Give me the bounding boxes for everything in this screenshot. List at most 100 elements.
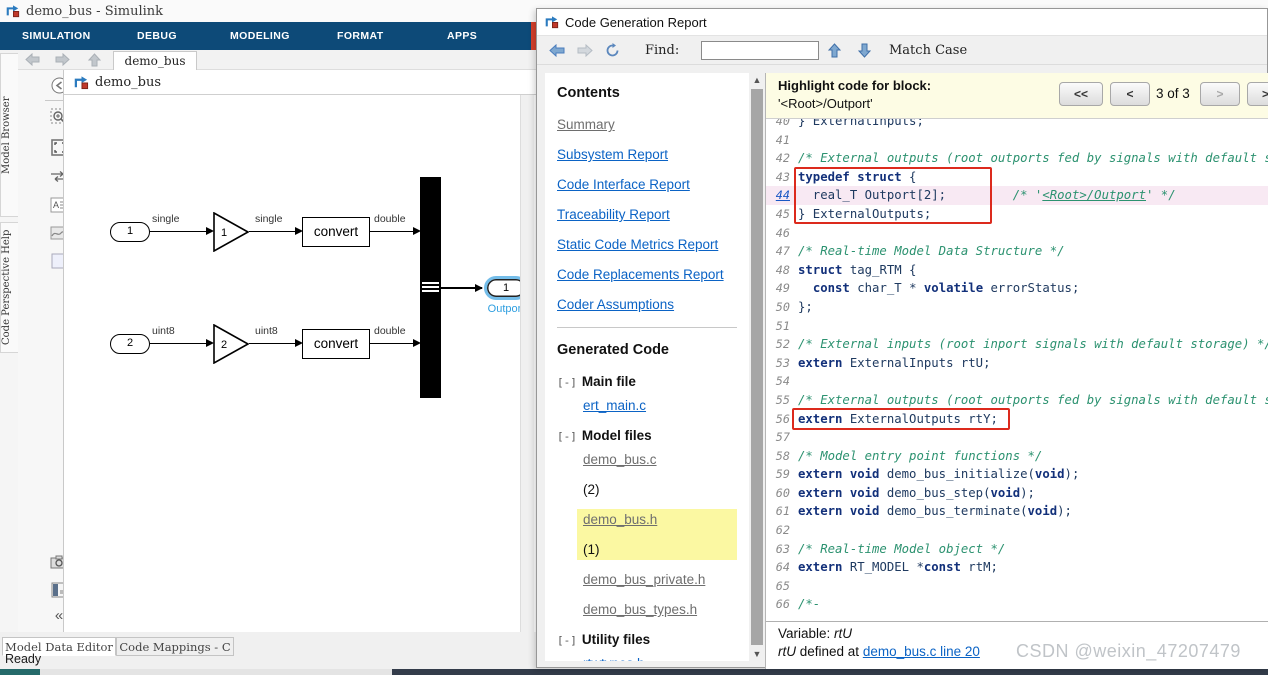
code-text: } ExternalOutputs;: [798, 206, 932, 221]
find-input[interactable]: [701, 41, 819, 60]
report-back-icon[interactable]: [549, 44, 565, 57]
toolstrip-tab-apps[interactable]: APPS: [447, 22, 477, 50]
inport-2-number: 2: [126, 337, 134, 349]
line-number: 45: [775, 206, 790, 221]
group-toggle-icon[interactable]: [-]: [557, 430, 577, 443]
code-generation-report-window: Code Generation Report Find: Match Case …: [536, 8, 1268, 669]
line-number: 63: [775, 541, 790, 556]
line-number: 41: [775, 132, 790, 147]
report-window-title: Code Generation Report: [565, 14, 707, 30]
file-link-demo_bus-h[interactable]: demo_bus.h: [583, 512, 731, 527]
line-number: 62: [775, 523, 790, 538]
code-line-43: 43 typedef struct {: [766, 168, 1268, 187]
status-tab-code-mappings[interactable]: Code Mappings - C: [116, 637, 234, 656]
code-line-61: 61 extern void demo_bus_terminate(void);: [766, 502, 1268, 521]
line-number: 65: [775, 578, 790, 593]
file-link-ert_main-c[interactable]: ert_main.c: [583, 398, 749, 413]
file-link-demo_bus_types-h[interactable]: demo_bus_types.h: [583, 602, 749, 617]
code-line-52: 52 /* External inputs (root inport signal…: [766, 335, 1268, 354]
convert-2-label: convert: [313, 336, 359, 351]
toolstrip-tab-format[interactable]: FORMAT: [337, 22, 384, 50]
watermark: CSDN @weixin_47207479: [1016, 641, 1241, 661]
gain-block-2[interactable]: 2: [213, 324, 249, 364]
breadcrumb-model-name[interactable]: demo_bus: [95, 75, 161, 90]
match-case-label[interactable]: Match Case: [889, 43, 967, 58]
contents-link-static-code-metrics-report[interactable]: Static Code Metrics Report: [557, 237, 749, 252]
model-document-tab[interactable]: demo_bus: [113, 51, 197, 70]
contents-link-summary[interactable]: Summary: [557, 117, 749, 132]
gain-block-1[interactable]: 1: [213, 212, 249, 252]
nav-forward-icon[interactable]: [55, 53, 70, 66]
toolstrip-tab-simulation[interactable]: SIMULATION: [22, 22, 91, 50]
file-link-demo_bus-c[interactable]: demo_bus.c: [583, 452, 749, 467]
group-label: Main file: [581, 374, 636, 389]
group-toggle-icon[interactable]: [-]: [557, 634, 577, 647]
outport-number: 1: [502, 282, 510, 294]
line-number: 58: [775, 448, 790, 463]
contents-link-code-interface-report[interactable]: Code Interface Report: [557, 177, 749, 192]
convert-block-2[interactable]: convert: [302, 329, 370, 359]
find-next-icon[interactable]: [858, 43, 871, 58]
definition-link[interactable]: demo_bus.c line 20: [863, 644, 980, 659]
report-refresh-icon[interactable]: [605, 43, 620, 58]
screen: demo_bus - Simulink SIMULATION DEBUG MODEL…: [0, 0, 1268, 675]
nav-position-text: 3 of 3: [1156, 86, 1190, 101]
line-number: 52: [775, 337, 790, 352]
contents-link-subsystem-report[interactable]: Subsystem Report: [557, 147, 749, 162]
group-toggle-icon[interactable]: [-]: [557, 376, 577, 389]
line-number-link[interactable]: 44: [766, 186, 790, 205]
wire-arrowhead: [475, 283, 483, 292]
inport-block-1[interactable]: 1: [110, 222, 150, 242]
variable-label: Variable:: [778, 626, 835, 641]
toolstrip-tab-debug[interactable]: DEBUG: [137, 22, 177, 50]
code-text: /*-: [798, 597, 821, 612]
nav-button-next[interactable]: >: [1200, 82, 1240, 106]
contents-link-code-replacements-report[interactable]: Code Replacements Report: [557, 267, 749, 282]
highlight-header-line1: Highlight code for block:: [778, 78, 932, 93]
nav-button-prev[interactable]: <: [1110, 82, 1150, 106]
file-link-demo_bus_private-h[interactable]: demo_bus_private.h: [583, 572, 749, 587]
file-link-rtwtypes-h[interactable]: rtwtypes.h: [583, 656, 749, 661]
line-number: 54: [775, 374, 790, 389]
code-line-42: 42 /* External outputs (root outports fed…: [766, 149, 1268, 168]
scrollbar-thumb[interactable]: [751, 89, 763, 645]
file-group-main-file: [-] Main file: [557, 374, 749, 389]
sidebar-tab-model-browser[interactable]: Model Browser: [0, 53, 18, 217]
file-row: demo_bus_private.h: [583, 572, 749, 587]
find-previous-icon[interactable]: [828, 43, 841, 58]
line-number: 66: [775, 597, 790, 612]
traceability-link[interactable]: <Root>/Outport: [1042, 188, 1146, 202]
line-number: 56: [775, 411, 790, 426]
code-text: extern RT_MODEL *const rtM;: [798, 560, 998, 575]
taskbar-strip-mid: [40, 669, 392, 675]
contents-scrollbar[interactable]: ▲ ▼: [749, 73, 765, 661]
code-text: extern ExternalOutputs rtY;: [798, 411, 998, 426]
status-ready-text: Ready: [5, 652, 42, 666]
sidebar-tab-code-perspective-help[interactable]: Code Perspective Help: [0, 222, 18, 353]
code-line-63: 63 /* Real-time Model object */: [766, 540, 1268, 559]
code-line-50: 50};: [766, 298, 1268, 317]
nav-button-last[interactable]: >>: [1247, 82, 1268, 106]
line-number: 49: [775, 281, 790, 296]
scroll-up-icon[interactable]: ▲: [749, 73, 765, 87]
report-forward-icon[interactable]: [577, 44, 593, 57]
convert-1-label: convert: [313, 224, 359, 239]
scroll-down-icon[interactable]: ▼: [749, 647, 765, 661]
code-line-60: 60 extern void demo_bus_step(void);: [766, 484, 1268, 503]
nav-button-first[interactable]: <<: [1059, 82, 1103, 106]
nav-up-icon[interactable]: [88, 53, 101, 67]
report-titlebar[interactable]: Code Generation Report: [537, 9, 1267, 36]
inport-block-2[interactable]: 2: [110, 334, 150, 354]
toolstrip-tab-modeling[interactable]: MODELING: [230, 22, 290, 50]
contents-link-traceability-report[interactable]: Traceability Report: [557, 207, 749, 222]
convert-block-1[interactable]: convert: [302, 217, 370, 247]
code-text: real_T Outport[2]; /* '<Root>/Outport' *…: [798, 188, 1176, 203]
code-line-41: 41: [766, 131, 1268, 150]
model-canvas[interactable]: 1 single 1 single convert double 2 uint8…: [64, 95, 536, 632]
nav-back-icon[interactable]: [25, 53, 40, 66]
contents-link-coder-assumptions[interactable]: Coder Assumptions: [557, 297, 749, 312]
line-number: 53: [775, 355, 790, 370]
variable-name: rtU: [834, 626, 853, 641]
canvas-vertical-scrollbar[interactable]: [520, 95, 534, 632]
code-line-49: 49 const char_T * volatile errorStatus;: [766, 279, 1268, 298]
